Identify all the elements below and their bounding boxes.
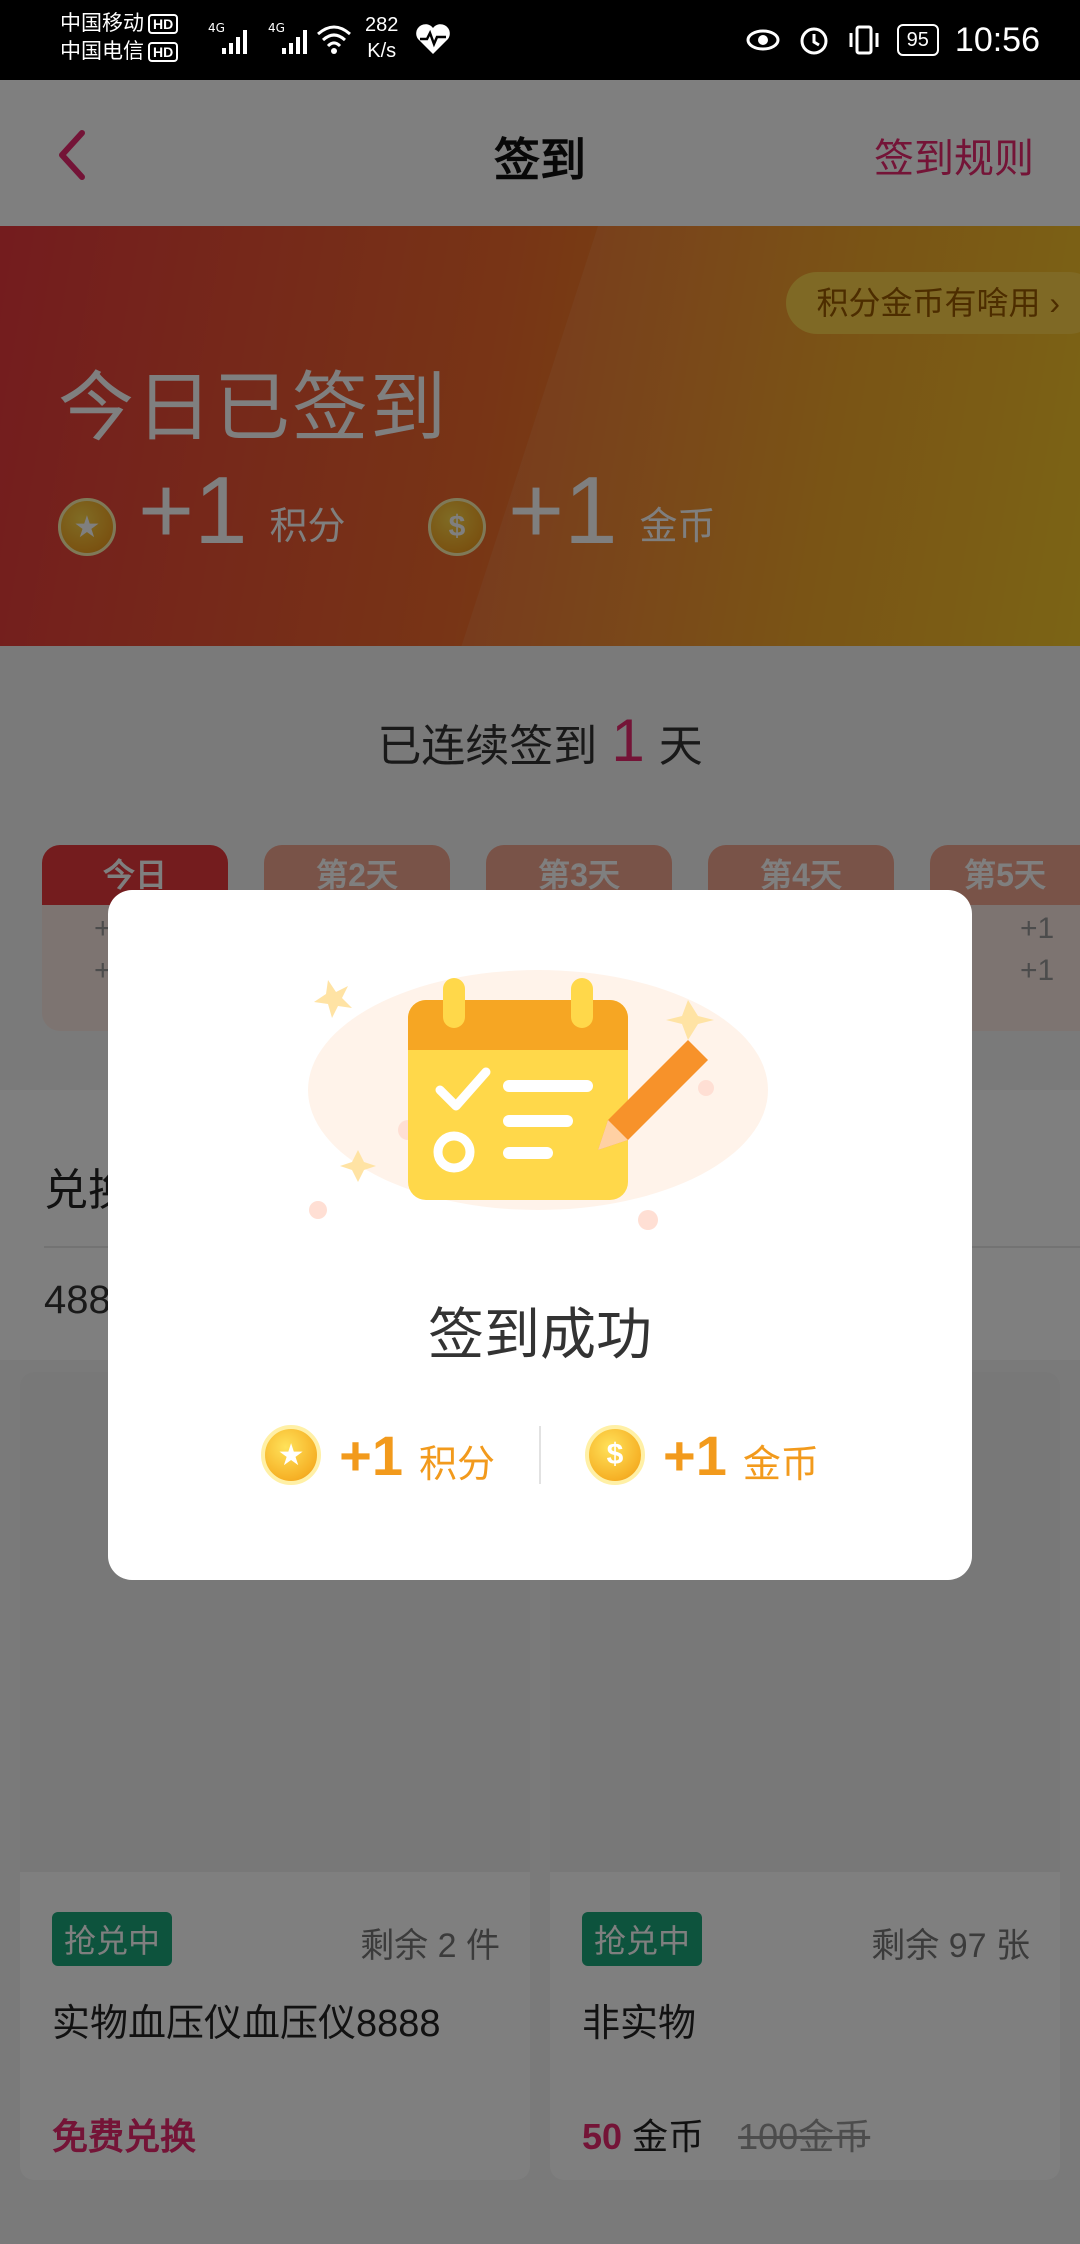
carrier-2: 中国电信 xyxy=(60,40,144,63)
modal-points-reward: ★ +1 积分 xyxy=(261,1423,495,1488)
star-coin-icon: ★ xyxy=(261,1425,322,1485)
hd-badge: HD xyxy=(148,42,179,63)
network-type-label-2: 4G xyxy=(268,21,285,35)
hd-badge: HD xyxy=(148,14,179,35)
eye-comfort-icon xyxy=(746,29,780,51)
divider xyxy=(539,1426,541,1484)
status-right: 95 10:56 xyxy=(745,0,1040,80)
clock: 10:56 xyxy=(954,20,1040,59)
success-title: 签到成功 xyxy=(428,1303,652,1366)
battery-level: 95 xyxy=(896,24,939,56)
modal-coins-reward: $ +1 金币 xyxy=(585,1423,819,1488)
speed-value: 282 xyxy=(365,14,399,36)
carrier-1: 中国移动 xyxy=(60,12,144,35)
health-heart-icon xyxy=(416,24,450,54)
network-speed: 282 K/s xyxy=(365,12,398,64)
network-type-label: 4G xyxy=(208,21,225,35)
modal-points-amount: +1 xyxy=(339,1423,403,1487)
wifi-icon xyxy=(317,25,351,54)
modal-coins-amount: +1 xyxy=(663,1423,727,1487)
modal-rewards: ★ +1 积分 $ +1 金币 xyxy=(108,1410,972,1500)
modal-points-unit: 积分 xyxy=(418,1443,495,1486)
vibrate-icon xyxy=(849,25,879,55)
sign-in-success-dialog[interactable]: 签到成功 ★ +1 积分 $ +1 金币 xyxy=(108,890,972,1580)
speed-unit: K/s xyxy=(367,40,397,62)
modal-coins-unit: 金币 xyxy=(742,1443,819,1486)
calendar-checklist-icon xyxy=(308,970,768,1230)
signal-icon: 4G xyxy=(208,21,247,54)
carrier-info: 中国移动 HD 中国电信 HD xyxy=(60,10,179,66)
status-bar: 中国移动 HD 中国电信 HD 4G 4G 282 K/s 95 10:56 xyxy=(0,0,1080,80)
alarm-icon xyxy=(800,27,828,55)
dollar-coin-icon: $ xyxy=(585,1425,645,1485)
